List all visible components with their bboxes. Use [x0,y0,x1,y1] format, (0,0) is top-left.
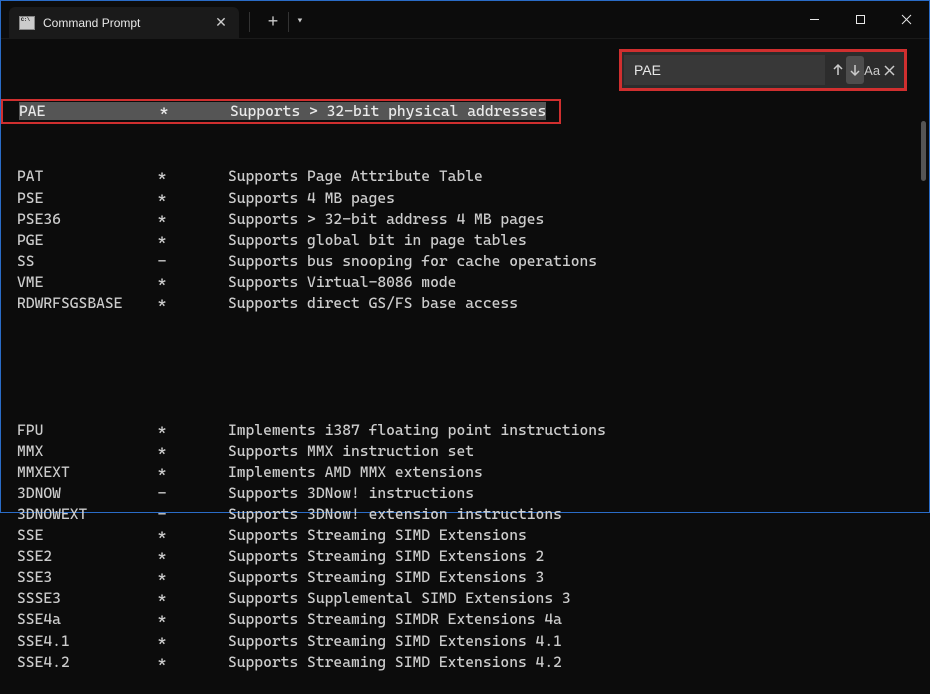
blank-line [17,356,913,377]
window-controls [791,1,929,39]
close-button[interactable] [883,1,929,39]
tab-command-prompt[interactable]: Command Prompt ✕ [9,7,239,39]
terminal-row: VME * Supports Virtual-8086 mode [17,272,913,293]
terminal-row: RDWRFSGSBASE * Supports direct GS/FS bas… [17,293,913,314]
minimize-button[interactable] [791,1,837,39]
terminal-row: SSE3 * Supports Streaming SIMD Extension… [17,567,913,588]
divider-icon [288,12,289,32]
terminal-row: PSE * Supports 4 MB pages [17,188,913,209]
terminal-row: MMXEXT * Implements AMD MMX extensions [17,462,913,483]
terminal-row: SSE4.2 * Supports Streaming SIMD Extensi… [17,652,913,673]
chevron-down-icon[interactable]: ▾ [297,16,303,27]
terminal-row: FPU * Implements i387 floating point ins… [17,420,913,441]
maximize-button[interactable] [837,1,883,39]
terminal-row: SSE * Supports Streaming SIMD Extensions [17,525,913,546]
terminal-match-row: PAE * Supports > 32-bit physical address… [1,99,561,124]
match-case-button[interactable]: Aa [864,56,881,84]
find-previous-button[interactable] [829,56,846,84]
divider-icon [249,12,250,32]
tab-title: Command Prompt [43,16,205,30]
find-input[interactable] [624,55,825,85]
terminal-output[interactable]: PAE * Supports > 32-bit physical address… [1,39,929,694]
titlebar: Command Prompt ✕ + ▾ [1,1,929,39]
terminal-row: SSE4.1 * Supports Streaming SIMD Extensi… [17,631,913,652]
matched-text: PAE * Supports > 32-bit physical address… [19,102,546,120]
new-tab-button[interactable]: + [258,11,288,32]
terminal-row: SSE4a * Supports Streaming SIMDR Extensi… [17,609,913,630]
cmd-icon [19,16,35,30]
scrollbar-thumb[interactable] [921,121,926,181]
terminal-row: PAT * Supports Page Attribute Table [17,166,913,187]
terminal-row: SSE2 * Supports Streaming SIMD Extension… [17,546,913,567]
find-dialog: Aa [619,49,907,91]
close-tab-icon[interactable]: ✕ [213,14,229,31]
terminal-row: SS - Supports bus snooping for cache ope… [17,251,913,272]
terminal-row: 3DNOWEXT - Supports 3DNow! extension ins… [17,504,913,525]
terminal-row: MMX * Supports MMX instruction set [17,441,913,462]
close-find-button[interactable] [881,56,898,84]
terminal-row: 3DNOW - Supports 3DNow! instructions [17,483,913,504]
terminal-row: PGE * Supports global bit in page tables [17,230,913,251]
terminal-row: PSE36 * Supports > 32-bit address 4 MB p… [17,209,913,230]
find-next-button[interactable] [846,56,863,84]
terminal-row: SSSE3 * Supports Supplemental SIMD Exten… [17,588,913,609]
